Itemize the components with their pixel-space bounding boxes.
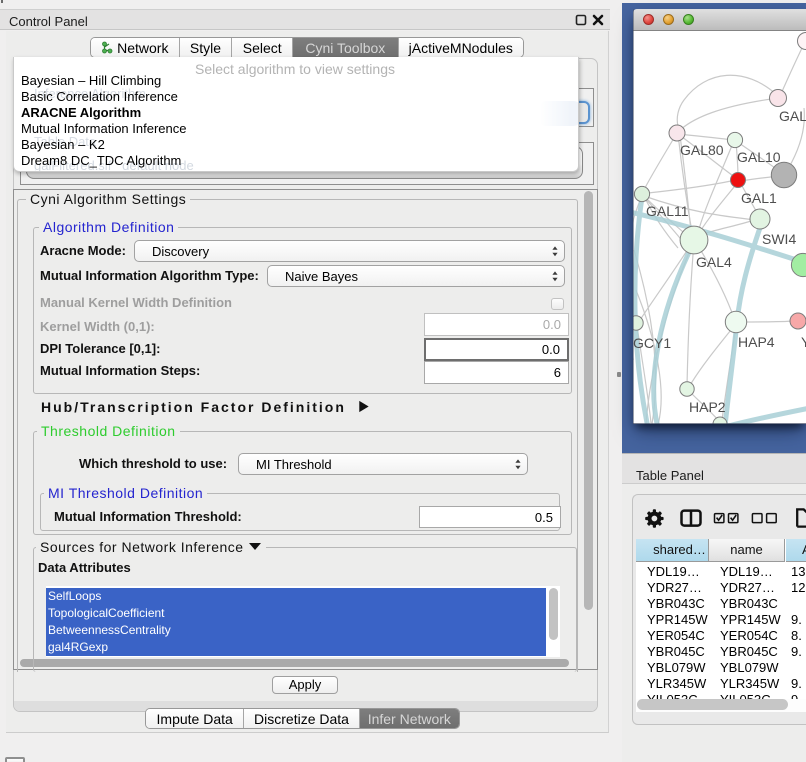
svg-text:GAL10: GAL10 [737, 149, 781, 165]
svg-text:SWI4: SWI4 [762, 231, 796, 247]
svg-text:HAP2: HAP2 [689, 399, 726, 415]
svg-text:GCY1: GCY1 [633, 335, 671, 351]
svg-text:GAL80: GAL80 [680, 142, 724, 158]
svg-text:GAL4: GAL4 [696, 254, 732, 270]
svg-text:Y: Y [801, 334, 806, 350]
svg-text:GAL2: GAL2 [779, 108, 806, 124]
svg-text:GAL1: GAL1 [741, 190, 777, 206]
svg-text:HAP4: HAP4 [738, 334, 775, 350]
svg-text:GAL11: GAL11 [646, 203, 689, 219]
